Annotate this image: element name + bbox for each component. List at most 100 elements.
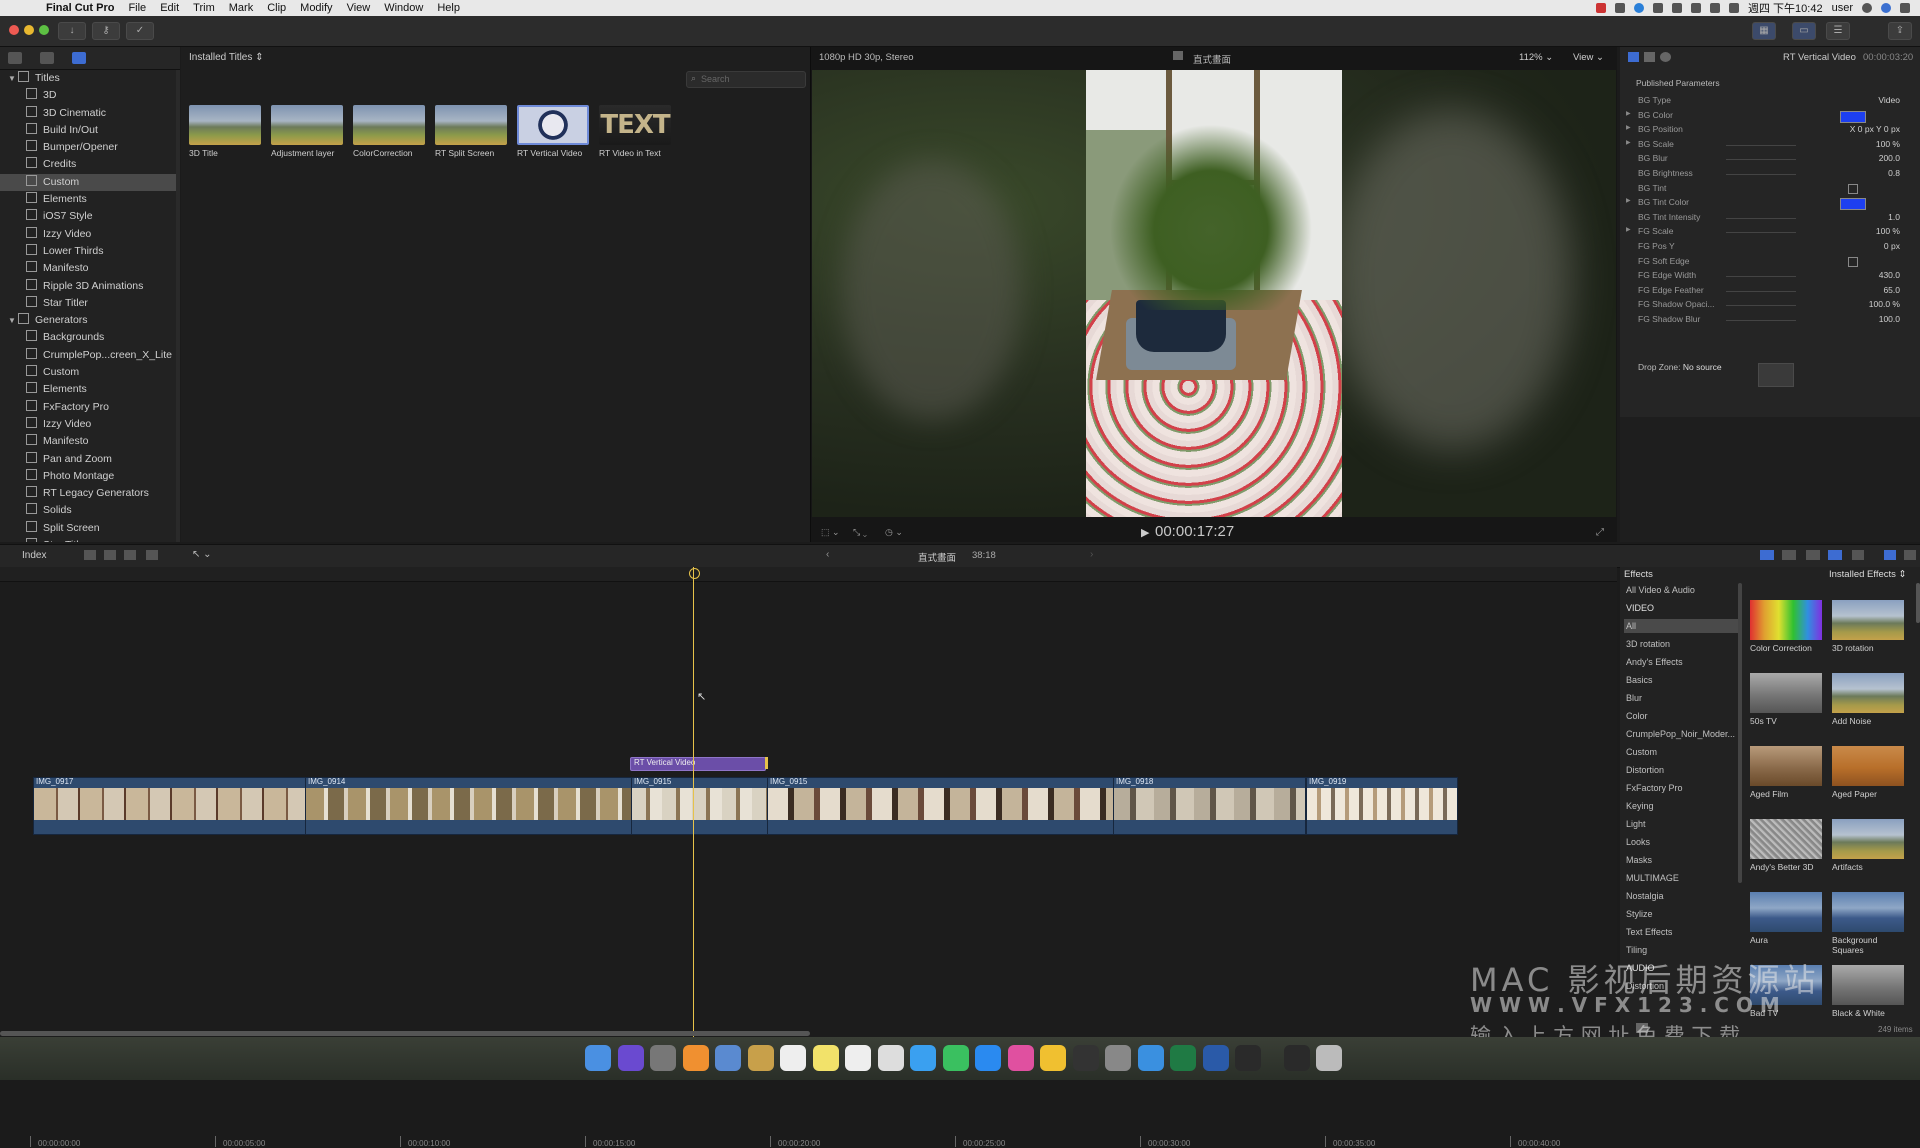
parameter-slider[interactable]	[1726, 320, 1796, 321]
libraries-icon[interactable]	[8, 52, 22, 64]
audio-skimming-icon[interactable]	[1782, 550, 1796, 560]
stickies-icon[interactable]	[812, 1045, 839, 1071]
effects-category[interactable]: Basics	[1624, 673, 1738, 687]
titles-item[interactable]: Izzy Video	[0, 226, 176, 243]
status-keyboard-icon[interactable]	[1729, 3, 1739, 13]
titles-item[interactable]: Credits	[0, 156, 176, 173]
select-tool-popup[interactable]: ↖ ⌄	[192, 549, 212, 560]
effects-category[interactable]: All	[1624, 619, 1738, 633]
textedit-icon[interactable]	[845, 1045, 871, 1071]
parameter-slider[interactable]	[1726, 159, 1796, 161]
menu-edit[interactable]: Edit	[160, 2, 179, 14]
titles-item[interactable]: Custom	[0, 173, 176, 192]
parameter-slider[interactable]	[1726, 174, 1796, 175]
status-sync-icon[interactable]	[1634, 3, 1644, 13]
color-well[interactable]	[1840, 198, 1866, 211]
title-thumbnail[interactable]: ColorCorrection	[353, 105, 425, 158]
background-tasks-button[interactable]: ✓	[126, 22, 154, 40]
siri-icon[interactable]	[1881, 3, 1891, 13]
video-clip[interactable]: IMG_0919	[1306, 777, 1458, 835]
import-media-button[interactable]: ↓	[58, 22, 86, 40]
video-clip[interactable]: IMG_0914	[305, 777, 632, 835]
effects-category[interactable]: Masks	[1624, 853, 1738, 867]
snapping-icon[interactable]	[1828, 550, 1842, 560]
effect-thumbnail[interactable]: Background Squares	[1832, 892, 1904, 955]
effects-category[interactable]: VIDEO	[1624, 601, 1738, 615]
checkbox[interactable]	[1848, 183, 1858, 194]
status-record-icon[interactable]	[1596, 3, 1606, 13]
activity-monitor-icon[interactable]	[1283, 1045, 1310, 1071]
parameter-value[interactable]: Video	[1878, 95, 1900, 105]
disclosure-triangle-icon[interactable]: ▶	[1626, 124, 1631, 131]
terminal-icon[interactable]	[1235, 1045, 1261, 1071]
play-icon[interactable]: ▶	[1141, 526, 1149, 539]
solo-icon[interactable]	[1806, 550, 1820, 560]
zoom-popup[interactable]: 112% ⌄	[1519, 52, 1553, 63]
final-cut-pro-icon[interactable]	[1072, 1045, 1099, 1071]
parameter-value[interactable]: 0.8	[1888, 168, 1900, 178]
sidebar-group-titles[interactable]: ▼ Titles	[0, 70, 176, 87]
notification-center-icon[interactable]	[1900, 3, 1910, 13]
titles-item[interactable]: Ripple 3D Animations	[0, 278, 176, 295]
messages-icon[interactable]	[910, 1045, 936, 1071]
generators-item[interactable]: FxFactory Pro	[0, 399, 176, 416]
effects-category[interactable]: All Video & Audio	[1624, 583, 1738, 597]
installed-titles-popup[interactable]: Installed Titles ⇕	[189, 52, 264, 63]
drop-zone-well[interactable]	[1758, 363, 1794, 387]
effects-category[interactable]: Blur	[1624, 691, 1738, 705]
video-clip[interactable]: IMG_0915	[767, 777, 1114, 835]
effect-thumbnail[interactable]: Aged Film	[1750, 746, 1822, 799]
checkbox[interactable]	[1848, 256, 1858, 267]
disclosure-triangle-icon[interactable]: ▶	[1626, 226, 1631, 233]
append-clip-icon[interactable]	[124, 550, 136, 560]
keywords-button[interactable]: ⚷	[92, 22, 120, 40]
status-volume-icon[interactable]	[1710, 3, 1720, 13]
sidebar-scrollbar[interactable]	[176, 70, 180, 542]
skimming-icon[interactable]	[1760, 550, 1774, 560]
status-camera-icon[interactable]	[1615, 3, 1625, 13]
menu-clip[interactable]: Clip	[267, 2, 286, 14]
overwrite-clip-icon[interactable]	[146, 550, 158, 560]
title-thumbnail[interactable]: 3D Title	[189, 105, 261, 158]
share-button[interactable]: ⇪	[1888, 22, 1912, 40]
menu-file[interactable]: File	[128, 2, 146, 14]
parameter-value[interactable]: 430.0	[1879, 270, 1900, 280]
safari-icon[interactable]	[1137, 1045, 1164, 1071]
title-thumbnail[interactable]: TEXT RT Video in Text	[599, 105, 671, 158]
effects-category[interactable]: Nostalgia	[1624, 889, 1738, 903]
titles-item[interactable]: Elements	[0, 191, 176, 208]
title-thumbnail[interactable]: RT Split Screen	[435, 105, 507, 158]
effects-browser-icon[interactable]	[1884, 550, 1896, 560]
timeline-scrollbar[interactable]	[0, 1031, 810, 1036]
effects-category[interactable]: 3D rotation	[1624, 637, 1738, 651]
notes-icon[interactable]	[747, 1045, 774, 1071]
effects-category[interactable]: Color	[1624, 709, 1738, 723]
effect-thumbnail[interactable]: Andy's Better 3D	[1750, 819, 1822, 872]
generators-item[interactable]: Custom	[0, 364, 176, 381]
generators-item[interactable]: Manifesto	[0, 433, 176, 450]
clip-appearance-icon[interactable]	[1852, 550, 1864, 560]
effects-category[interactable]: Looks	[1624, 835, 1738, 849]
effects-scrollbar[interactable]	[1916, 583, 1920, 623]
search-field[interactable]: ⌕ Search	[686, 71, 806, 88]
title-thumbnail[interactable]: Adjustment layer	[271, 105, 343, 158]
generators-item[interactable]: Photo Montage	[0, 468, 176, 485]
generators-item[interactable]: Star Titler	[0, 537, 176, 542]
parameter-value[interactable]: 1.0	[1888, 212, 1900, 222]
generators-item[interactable]: Split Screen	[0, 520, 176, 537]
effects-category[interactable]: Keying	[1624, 799, 1738, 813]
color-well[interactable]	[1840, 110, 1866, 123]
titles-item[interactable]: Bumper/Opener	[0, 139, 176, 156]
menu-trim[interactable]: Trim	[193, 2, 215, 14]
effect-thumbnail[interactable]: Add Noise	[1832, 673, 1904, 726]
parameter-slider[interactable]	[1726, 232, 1796, 234]
parameter-value[interactable]: 100.0 %	[1869, 299, 1900, 309]
titles-generators-icon[interactable]	[72, 52, 86, 64]
titles-item[interactable]: Build In/Out	[0, 122, 176, 139]
fullscreen-icon[interactable]: ⤢	[1596, 527, 1604, 538]
effect-thumbnail[interactable]: Artifacts	[1832, 819, 1904, 872]
disclosure-triangle-icon[interactable]: ▶	[1626, 139, 1631, 146]
photos-audio-icon[interactable]	[40, 52, 54, 64]
parameter-value[interactable]: 100 %	[1876, 139, 1900, 149]
effects-category[interactable]: CrumplePop_Noir_Moder...	[1624, 727, 1738, 741]
